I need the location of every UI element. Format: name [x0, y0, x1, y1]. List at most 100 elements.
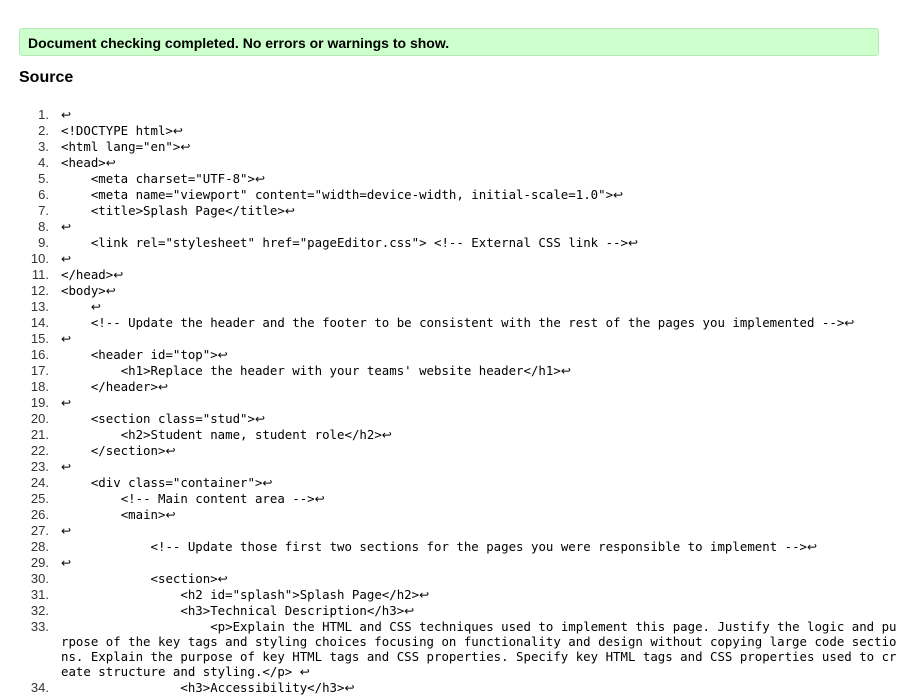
- source-line: 17. <h1>Replace the header with your tea…: [0, 363, 900, 379]
- source-listing: 1. ↩ 2. <!DOCTYPE html>↩ 3. <html lang="en">↩…: [0, 107, 900, 696]
- line-code: <!-- Update the header and the footer to…: [61, 315, 845, 330]
- line-number: 29.: [30, 555, 49, 570]
- return-icon: ↩: [61, 332, 72, 346]
- return-icon: ↩: [61, 396, 72, 410]
- return-icon: ↩: [217, 348, 228, 362]
- source-heading: Source: [19, 69, 74, 86]
- line-number: 18.: [30, 379, 49, 394]
- return-icon: ↩: [180, 140, 191, 154]
- line-number: 9.: [38, 235, 49, 250]
- line-code: <section class="stud">: [61, 411, 255, 426]
- return-icon: ↩: [314, 492, 325, 506]
- line-number: 10.: [30, 251, 49, 266]
- line-code: <div class="container">: [61, 475, 263, 490]
- source-line: 3. <html lang="en">↩: [0, 139, 900, 155]
- line-code: <main>: [61, 507, 166, 522]
- line-code: </header>: [61, 379, 158, 394]
- source-line: 14. <!-- Update the header and the foote…: [0, 315, 900, 331]
- line-code: </section>: [61, 443, 166, 458]
- line-number: 16.: [30, 347, 49, 362]
- source-line: 15. ↩: [0, 331, 900, 347]
- return-icon: ↩: [113, 268, 124, 282]
- return-icon: ↩: [299, 665, 310, 679]
- source-line: 10. ↩: [0, 251, 900, 267]
- line-number: 1.: [38, 107, 49, 122]
- line-code: <h3>Technical Description</h3>: [61, 603, 405, 618]
- source-line: 2. <!DOCTYPE html>↩: [0, 123, 900, 139]
- line-number: 6.: [38, 187, 49, 202]
- line-code: <title>Splash Page</title>: [61, 203, 285, 218]
- line-number: 28.: [30, 539, 49, 554]
- return-icon: ↩: [262, 476, 273, 490]
- line-number: 19.: [30, 395, 49, 410]
- return-icon: ↩: [90, 300, 101, 314]
- return-icon: ↩: [807, 540, 818, 554]
- line-code: <meta charset="UTF-8">: [61, 171, 255, 186]
- source-line: 21. <h2>Student name, student role</h2>↩: [0, 427, 900, 443]
- line-code: <h2>Student name, student role</h2>: [61, 427, 382, 442]
- return-icon: ↩: [404, 604, 415, 618]
- source-line: 5. <meta charset="UTF-8">↩: [0, 171, 900, 187]
- line-code: <!-- Main content area -->: [61, 491, 315, 506]
- line-code: <h3>Accessibility</h3>: [61, 680, 345, 695]
- line-code: <h2 id="splash">Splash Page</h2>: [61, 587, 420, 602]
- source-line: 24. <div class="container">↩: [0, 475, 900, 491]
- line-code: <!DOCTYPE html>: [61, 123, 173, 138]
- source-line: 23. ↩: [0, 459, 900, 475]
- line-number: 14.: [30, 315, 49, 330]
- return-icon: ↩: [165, 444, 176, 458]
- return-icon: ↩: [61, 108, 72, 122]
- return-icon: ↩: [217, 572, 228, 586]
- return-icon: ↩: [172, 124, 183, 138]
- source-line: 25. <!-- Main content area -->↩: [0, 491, 900, 507]
- line-number: 21.: [30, 427, 49, 442]
- line-number: 7.: [38, 203, 49, 218]
- line-number: 24.: [30, 475, 49, 490]
- source-line: 6. <meta name="viewport" content="width=…: [0, 187, 900, 203]
- line-number: 25.: [30, 491, 49, 506]
- return-icon: ↩: [844, 316, 855, 330]
- line-number: 26.: [30, 507, 49, 522]
- return-icon: ↩: [344, 681, 355, 695]
- return-icon: ↩: [61, 220, 72, 234]
- return-icon: ↩: [105, 284, 116, 298]
- line-code: <section>: [61, 571, 218, 586]
- source-line: 28. <!-- Update those first two sections…: [0, 539, 900, 555]
- line-number: 22.: [30, 443, 49, 458]
- source-line: 20. <section class="stud">↩: [0, 411, 900, 427]
- line-code: <body>: [61, 283, 106, 298]
- source-line: 1. ↩: [0, 107, 900, 123]
- line-number: 33.: [30, 619, 49, 634]
- line-code: <h1>Replace the header with your teams' …: [61, 363, 561, 378]
- line-number: 11.: [31, 267, 49, 282]
- line-code: <head>: [61, 155, 106, 170]
- source-line: 34. <h3>Accessibility</h3>↩: [0, 680, 900, 696]
- line-code: <p>Explain the HTML and CSS techniques u…: [61, 619, 897, 679]
- line-code: <header id="top">: [61, 347, 218, 362]
- return-icon: ↩: [165, 508, 176, 522]
- source-line: 30. <section>↩: [0, 571, 900, 587]
- source-line: 19. ↩: [0, 395, 900, 411]
- line-number: 3.: [38, 139, 49, 154]
- source-line: 33. <p>Explain the HTML and CSS techniqu…: [0, 619, 900, 680]
- source-line: 29. ↩: [0, 555, 900, 571]
- line-number: 4.: [38, 155, 49, 170]
- source-line: 26. <main>↩: [0, 507, 900, 523]
- line-code: <!-- Update those first two sections for…: [61, 539, 807, 554]
- return-icon: ↩: [381, 428, 392, 442]
- return-icon: ↩: [61, 252, 72, 266]
- line-number: 2.: [38, 123, 49, 138]
- line-number: 34.: [30, 680, 49, 695]
- return-icon: ↩: [105, 156, 116, 170]
- line-code: <html lang="en">: [61, 139, 181, 154]
- line-number: 27.: [30, 523, 49, 538]
- line-number: 12.: [30, 283, 49, 298]
- line-number: 23.: [30, 459, 49, 474]
- return-icon: ↩: [613, 188, 624, 202]
- line-number: 31.: [30, 587, 49, 602]
- return-icon: ↩: [284, 204, 295, 218]
- line-number: 15.: [30, 331, 49, 346]
- source-line: 8. ↩: [0, 219, 900, 235]
- return-icon: ↩: [254, 172, 266, 186]
